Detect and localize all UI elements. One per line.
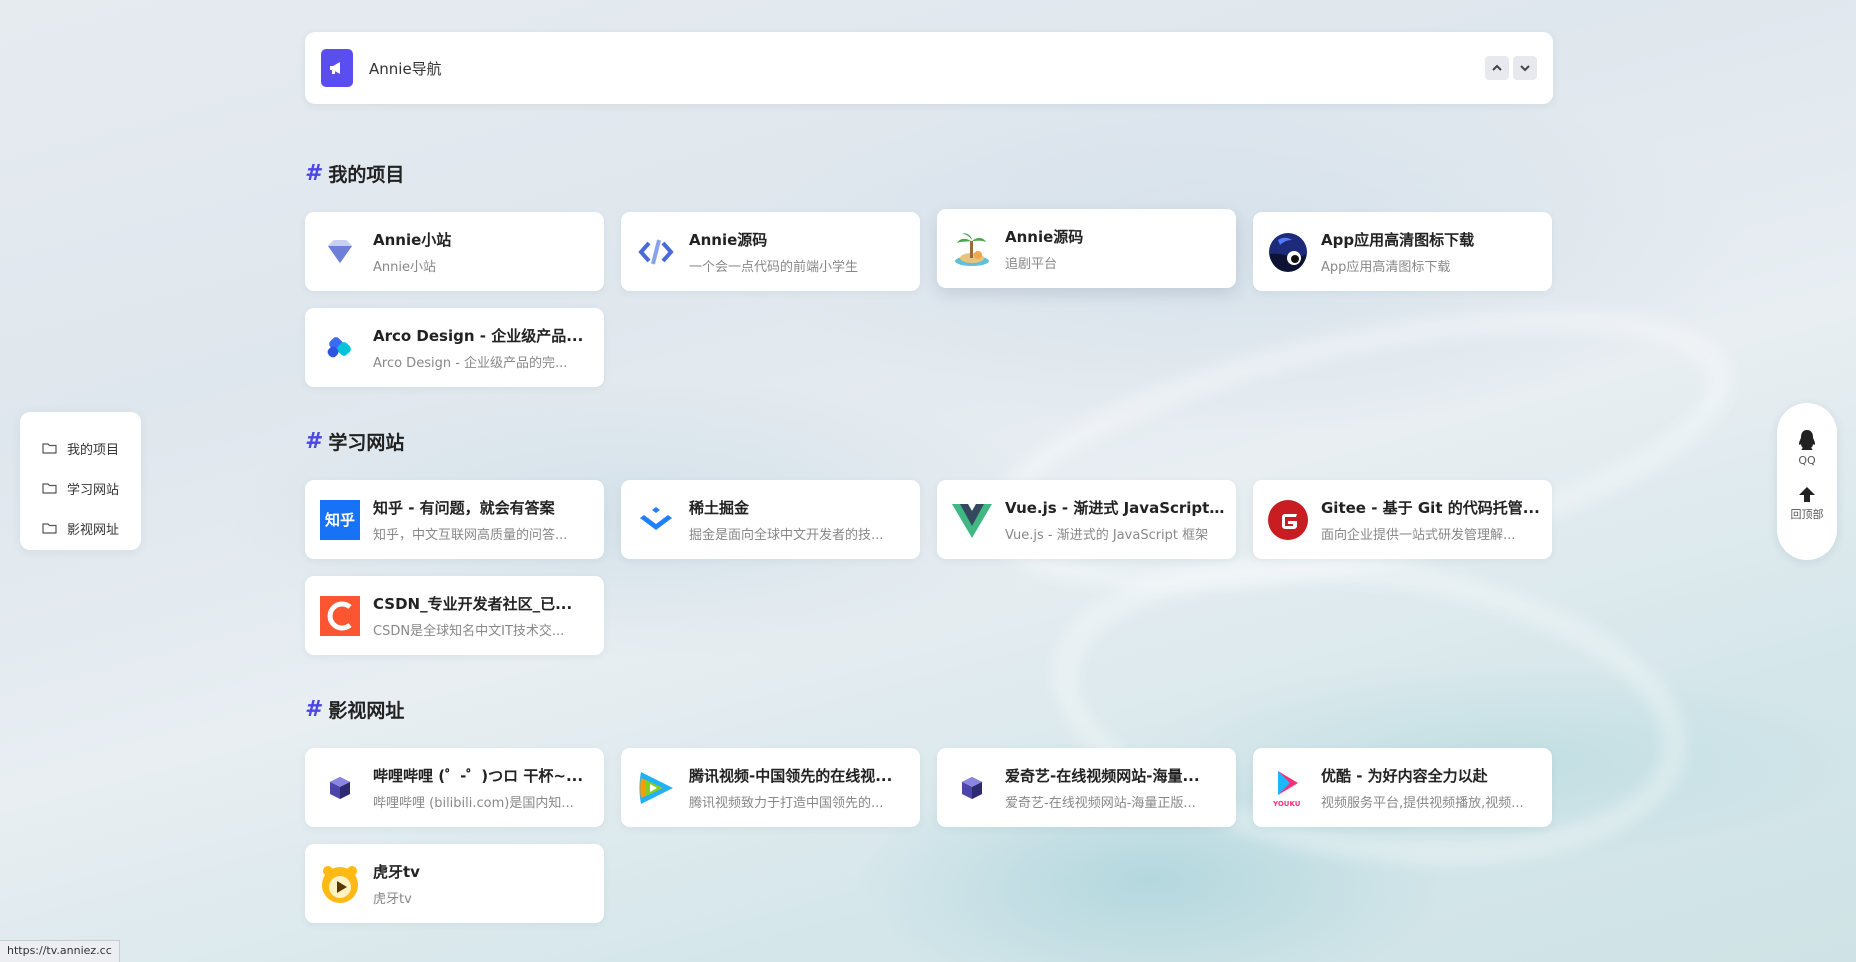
vue-icon [952,500,992,540]
link-card[interactable]: 稀土掘金 掘金是面向全球中文开发者的技... [621,480,920,559]
side-nav-item-projects[interactable]: 我的项目 [42,428,141,468]
link-card[interactable]: Arco Design - 企业级产品... Arco Design - 企业级… [305,308,604,387]
folder-icon [42,483,57,494]
gitee-icon [1268,499,1308,540]
link-card[interactable]: 虎牙tv 虎牙tv [305,844,604,923]
hash-icon: # [305,429,321,454]
link-card[interactable]: Annie小站 Annie小站 [305,212,604,291]
youku-icon: YOUKU [1268,768,1308,808]
juejin-icon [636,500,676,540]
csdn-icon [320,595,360,636]
notice-text: Annie导航 [369,59,442,78]
diamond-icon [320,232,360,272]
section-title-learning: # 学习网站 [305,429,405,454]
megaphone-icon [321,49,353,87]
folder-icon [42,523,57,534]
cube-icon [320,768,360,808]
app-icon [1268,232,1308,272]
huya-icon [320,864,360,904]
notice-bar: Annie导航 [305,32,1553,104]
link-card[interactable]: Annie源码 追剧平台 [937,209,1236,288]
code-icon [636,232,676,272]
notice-prev-button[interactable] [1485,56,1509,80]
notice-next-button[interactable] [1513,56,1537,80]
hash-icon: # [305,697,321,722]
svg-text:YOUKU: YOUKU [1272,800,1301,808]
link-card[interactable]: 哔哩哔哩 (゜-゜)つロ 干杯~... 哔哩哔哩 (bilibili.com)是… [305,748,604,827]
chevron-down-icon [1520,65,1530,72]
hash-icon: # [305,161,321,186]
link-card[interactable]: Gitee - 基于 Git 的代码托管... 面向企业提供一站式研发管理解..… [1253,480,1552,559]
side-nav-item-learning[interactable]: 学习网站 [42,468,141,508]
link-card[interactable]: CSDN_专业开发者社区_已... CSDN是全球知名中文IT技术交... [305,576,604,655]
right-toolbar: QQ 回顶部 [1777,403,1837,560]
chevron-up-icon [1492,64,1502,71]
link-card[interactable]: 爱奇艺-在线视频网站-海量... 爱奇艺-在线视频网站-海量正版... [937,748,1236,827]
cube-icon [952,768,992,808]
side-nav: 我的项目 学习网站 影视网址 [20,412,141,550]
qq-button[interactable]: QQ [1796,429,1818,467]
arco-icon [320,328,360,368]
island-icon [952,229,992,269]
zhihu-icon: 知乎 [320,499,360,540]
tencent-video-icon [636,768,676,808]
section-title-projects: # 我的项目 [305,161,405,186]
folder-icon [42,443,57,454]
link-card[interactable]: 知乎 知乎 - 有问题，就会有答案 知乎，中文互联网高质量的问答... [305,480,604,559]
side-nav-item-video[interactable]: 影视网址 [42,508,141,548]
back-to-top-button[interactable]: 回顶部 [1791,485,1824,522]
link-card[interactable]: Vue.js - 渐进式 JavaScript ... Vue.js - 渐进式… [937,480,1236,559]
link-card[interactable]: YOUKU 优酷 - 为好内容全力以赴 视频服务平台,提供视频播放,视频... [1253,748,1552,827]
link-card[interactable]: 腾讯视频-中国领先的在线视... 腾讯视频致力于打造中国领先的... [621,748,920,827]
qq-icon [1799,430,1815,450]
link-card[interactable]: Annie源码 一个会一点代码的前端小学生 [621,212,920,291]
link-card[interactable]: App应用高清图标下载 App应用高清图标下载 [1253,212,1552,291]
section-title-video: # 影视网址 [305,697,405,722]
status-url: https://tv.anniez.cc [0,940,120,962]
arrow-up-icon [1799,487,1815,502]
